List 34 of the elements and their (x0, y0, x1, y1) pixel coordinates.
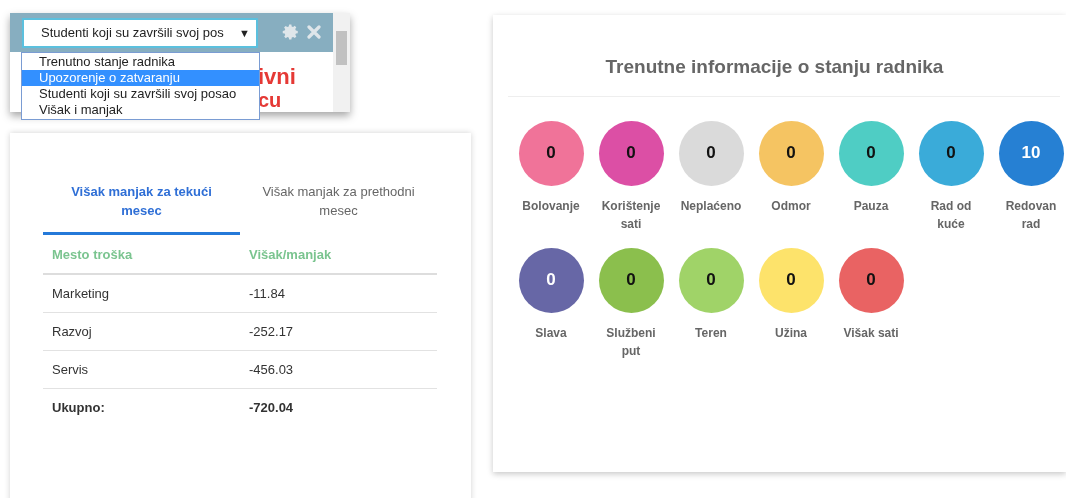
status-label: Korištenje sati (600, 197, 662, 233)
table-cell-text: -11.84 (248, 284, 286, 303)
scrollbar[interactable] (333, 13, 350, 112)
status-label: Slava (534, 324, 568, 342)
card-title: Trenutne informacije o stanju radnika (604, 55, 945, 79)
settings-icon[interactable] (282, 23, 300, 41)
table-cell-text: -456.03 (248, 360, 295, 379)
table-cell-text: Marketing (51, 284, 111, 303)
status-label: Rad od kuće (929, 197, 973, 233)
status-label: Službeni put (605, 324, 657, 360)
dropdown-option[interactable]: Studenti koji su završili svoj posao (22, 86, 259, 102)
heading-text: cu (258, 89, 282, 111)
dropdown-option[interactable]: Trenutno stanje radnika (22, 54, 259, 70)
table-cell-text: Servis (51, 360, 90, 379)
heading-text: ivni (258, 65, 296, 89)
status-label: Višak sati (842, 324, 900, 342)
status-label: Pauza (852, 197, 890, 215)
close-icon[interactable] (307, 25, 321, 39)
tab[interactable]: Višak manjak za prethodni mesec (240, 180, 437, 235)
select-field[interactable]: Studenti koji su završili svoj pos ▼ (22, 18, 258, 48)
status-label: Neplaćeno (679, 197, 743, 215)
status-label: Redovan rad (1004, 197, 1058, 233)
table-cell-text: Razvoj (51, 322, 93, 341)
status-label: Odmor (770, 197, 812, 215)
tab[interactable]: Višak manjak za tekući mesec (43, 180, 240, 235)
column-header: Mesto troška (51, 246, 134, 265)
status-label: Bolovanje (521, 197, 581, 215)
table-cell-text: Ukupno: (51, 399, 106, 418)
column-header: Višak/manjak (248, 246, 333, 265)
dropdown-option[interactable]: Višak i manjak (22, 102, 259, 118)
table-cell-text: -720.04 (248, 399, 295, 418)
status-label: Teren (694, 324, 728, 342)
table-cell-text: -252.17 (248, 322, 295, 341)
status-label: Užina (774, 324, 808, 342)
